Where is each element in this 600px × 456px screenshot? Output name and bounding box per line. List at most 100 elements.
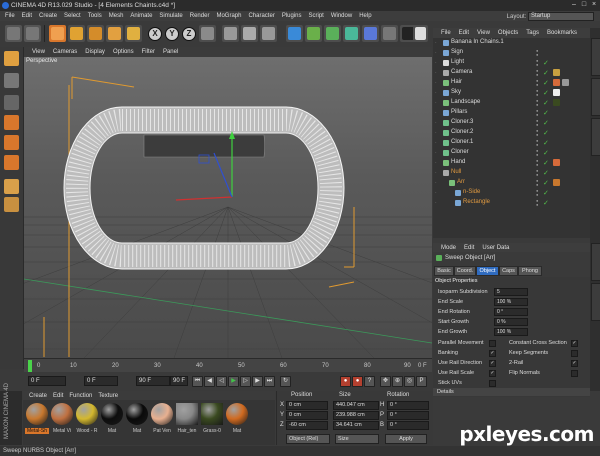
cube-object-button[interactable] (286, 25, 303, 42)
array-button[interactable] (343, 25, 360, 42)
tab-phong[interactable]: Phong (518, 266, 542, 276)
material-swatch[interactable]: Mat (225, 403, 249, 436)
points-mode-button[interactable] (4, 115, 19, 130)
redo-button[interactable] (24, 25, 41, 42)
two-rail-checkbox[interactable]: ✓ (571, 360, 578, 367)
texture-mode-button[interactable] (4, 95, 19, 110)
recent-tools-button[interactable] (125, 25, 142, 42)
tab-caps[interactable]: Caps (499, 266, 518, 276)
rotation-p-field[interactable]: 0 ° (387, 411, 429, 420)
material-swatch[interactable]: Mat (100, 403, 124, 436)
om-menu-bookmarks[interactable]: Bookmarks (547, 30, 577, 36)
parameter-key-button[interactable]: P (416, 376, 427, 387)
layers-side-tab[interactable] (591, 283, 600, 321)
material-menu-texture[interactable]: Texture (98, 393, 118, 399)
enabled-check-icon[interactable]: ✓ (543, 149, 549, 157)
end-frame-field[interactable]: 90 F (136, 376, 170, 386)
z-axis-lock-button[interactable]: Z (182, 27, 196, 41)
object-row[interactable]: · Cloner.3 ● ● ✓ (433, 118, 590, 128)
menu-item-select[interactable]: Select (64, 13, 81, 19)
viewport-menu-cameras[interactable]: Cameras (53, 49, 77, 55)
visibility-icon[interactable]: · (435, 100, 440, 106)
scale-key-button[interactable]: ⊕ (392, 376, 403, 387)
perspective-viewport[interactable]: Perspective (24, 57, 432, 358)
layer-dots[interactable]: ● ● (536, 69, 540, 77)
visibility-icon[interactable]: · (435, 140, 440, 146)
layout-dropdown[interactable]: Startup (528, 12, 594, 21)
tag-icon[interactable] (553, 79, 560, 86)
record-active-button[interactable]: ● (340, 376, 351, 387)
object-row[interactable]: · Null ● ● ✓ (433, 168, 590, 178)
render-picture-viewer-button[interactable] (241, 25, 258, 42)
material-swatch[interactable]: Metal Vi (50, 403, 74, 436)
scale-tool-button[interactable] (87, 25, 104, 42)
visibility-icon[interactable]: · (435, 160, 440, 166)
visibility-icon[interactable]: · (435, 120, 440, 126)
position-y-field[interactable]: 0 cm (286, 411, 328, 420)
parallel-movement-checkbox[interactable] (489, 340, 496, 347)
timeline-ruler[interactable]: 0 10 20 30 40 50 60 70 80 90 0 F (24, 358, 432, 373)
layer-dots[interactable]: ● ● (536, 49, 540, 57)
play-button[interactable]: ▶ (228, 376, 239, 387)
attributes-side-tab[interactable] (591, 243, 600, 281)
tag-icon[interactable] (553, 99, 560, 106)
material-menu-create[interactable]: Create (29, 393, 47, 399)
position-z-field[interactable]: -60 cm (286, 421, 328, 430)
render-view-button[interactable] (222, 25, 239, 42)
object-row[interactable]: · Arr ● ● ✓ (433, 178, 590, 188)
end-scale-field[interactable]: 100 % (494, 298, 528, 306)
object-row[interactable]: · Rectangle ● ● ✓ (433, 198, 590, 208)
object-row[interactable]: · Hair ● ● ✓ (433, 78, 590, 88)
start-frame-field[interactable]: 0 F (28, 376, 66, 386)
object-row[interactable]: · Sign ● ● (433, 48, 590, 58)
size-mode-select[interactable]: Size (335, 434, 379, 444)
visibility-icon[interactable]: · (435, 80, 440, 86)
visibility-icon[interactable]: · (435, 190, 440, 196)
position-x-field[interactable]: 0 cm (286, 401, 328, 410)
visibility-icon[interactable]: · (435, 40, 440, 46)
layer-dots[interactable]: ● ● (536, 129, 540, 137)
position-key-button[interactable]: ✥ (380, 376, 391, 387)
light-button[interactable] (413, 25, 428, 42)
enabled-check-icon[interactable]: ✓ (543, 99, 549, 107)
attr-menu-user-data[interactable]: User Data (482, 245, 509, 251)
next-frame-button[interactable]: ▷ (240, 376, 251, 387)
nurbs-button[interactable] (324, 25, 341, 42)
axis-mode-button[interactable] (4, 179, 19, 194)
next-key-button[interactable]: ▶ (252, 376, 263, 387)
om-menu-edit[interactable]: Edit (459, 30, 469, 36)
tab-basic[interactable]: Basic (434, 266, 454, 276)
tab-object[interactable]: Object (476, 266, 499, 276)
om-menu-objects[interactable]: Objects (498, 30, 518, 36)
visibility-icon[interactable]: · (435, 70, 440, 76)
model-mode-button[interactable] (4, 73, 19, 88)
enabled-check-icon[interactable]: ✓ (543, 179, 549, 187)
enabled-check-icon[interactable]: ✓ (543, 159, 549, 167)
enabled-check-icon[interactable]: ✓ (543, 79, 549, 87)
scene-button[interactable] (381, 25, 398, 42)
make-editable-button[interactable] (4, 51, 19, 66)
layer-dots[interactable]: ● ● (536, 179, 540, 187)
enabled-check-icon[interactable]: ✓ (543, 109, 549, 117)
layer-dots[interactable]: ● ● (536, 139, 540, 147)
enabled-check-icon[interactable]: ✓ (543, 69, 549, 77)
viewport-menu-options[interactable]: Options (113, 49, 134, 55)
visibility-icon[interactable]: · (435, 150, 440, 156)
prev-key-button[interactable]: ◀ (204, 376, 215, 387)
enabled-check-icon[interactable]: ✓ (543, 89, 549, 97)
layer-dots[interactable]: ● ● (536, 99, 540, 107)
layout-selector[interactable]: Layout: Startup (507, 12, 594, 21)
move-tool-button[interactable] (68, 25, 85, 42)
object-row[interactable]: · Pillars ● ● ✓ (433, 108, 590, 118)
om-menu-tags[interactable]: Tags (526, 30, 539, 36)
viewport-menu-view[interactable]: View (32, 49, 45, 55)
enabled-check-icon[interactable]: ✓ (543, 199, 549, 207)
menu-item-animate[interactable]: Animate (130, 13, 152, 19)
menu-item-create[interactable]: Create (39, 13, 57, 19)
object-row[interactable]: · n-Side ● ● ✓ (433, 188, 590, 198)
layer-dots[interactable]: ● ● (536, 189, 540, 197)
visibility-icon[interactable]: · (435, 180, 440, 186)
viewport-menu-panel[interactable]: Panel (163, 49, 178, 55)
enabled-check-icon[interactable]: ✓ (543, 119, 549, 127)
layer-dots[interactable]: ● ● (536, 119, 540, 127)
